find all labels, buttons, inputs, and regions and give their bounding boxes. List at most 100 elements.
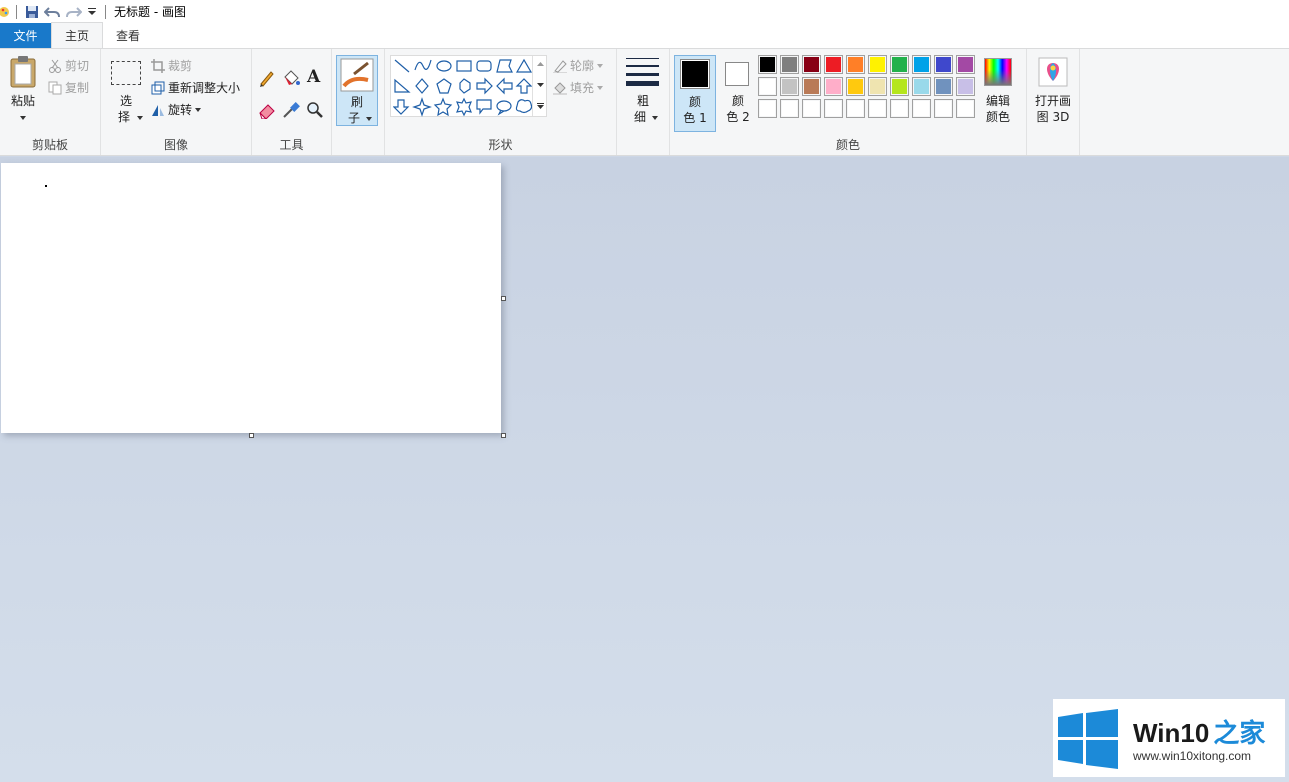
tab-view[interactable]: 查看: [103, 23, 153, 48]
resize-icon: [151, 81, 165, 94]
resize-handle-right[interactable]: [501, 296, 506, 301]
shape-icons: [393, 58, 533, 117]
redo-icon[interactable]: [63, 0, 85, 23]
shapes-scrollbar[interactable]: [532, 56, 546, 116]
dropdown-arrow-icon: [366, 117, 372, 121]
rotate-button[interactable]: 旋转: [151, 101, 202, 118]
tab-file[interactable]: 文件: [0, 23, 51, 48]
color-swatch[interactable]: [934, 77, 953, 96]
color-swatch[interactable]: [846, 77, 865, 96]
outline-icon: [553, 59, 567, 73]
dropdown-arrow-icon: [195, 107, 202, 112]
group-label-tools: 工具: [279, 138, 304, 152]
color-swatch[interactable]: [934, 55, 953, 74]
magnifier-icon[interactable]: [306, 101, 324, 119]
color2-button[interactable]: 颜 色 2: [718, 55, 758, 132]
eraser-icon[interactable]: [258, 101, 276, 119]
color-swatch[interactable]: [956, 99, 975, 118]
tab-home[interactable]: 主页: [51, 22, 104, 48]
fill-bucket-icon[interactable]: [282, 69, 300, 87]
color-swatch[interactable]: [758, 55, 777, 74]
color2-label-1: 颜: [731, 94, 744, 108]
canvas-dot: [45, 185, 47, 187]
brushes-button[interactable]: 刷 子: [336, 55, 378, 126]
edit-colors-button[interactable]: 编辑 颜色: [980, 55, 1016, 127]
group-colors: 颜 色 1 颜 色 2 编辑 颜色 颜色: [670, 49, 1027, 155]
watermark: Win10 之家 www.win10xitong.com: [1053, 699, 1285, 777]
color-swatch[interactable]: [912, 99, 931, 118]
outline-button[interactable]: 轮廓: [553, 57, 604, 74]
scroll-up-icon[interactable]: [537, 62, 544, 67]
color-swatch[interactable]: [846, 55, 865, 74]
color2-swatch: [725, 62, 749, 86]
group-size: 粗 细: [617, 49, 670, 155]
group-clipboard: 粘贴 剪切 复制 剪贴板: [0, 49, 101, 155]
color-swatch[interactable]: [802, 77, 821, 96]
gallery-expand-icon[interactable]: [537, 103, 544, 110]
clipboard-icon: [10, 56, 36, 88]
paste-button[interactable]: 粘贴: [6, 55, 40, 125]
text-tool-icon[interactable]: A: [307, 67, 320, 87]
scroll-down-icon[interactable]: [537, 83, 544, 88]
color-swatch[interactable]: [868, 99, 887, 118]
resize-handle-corner[interactable]: [501, 433, 506, 438]
color-swatch[interactable]: [934, 99, 953, 118]
cut-button[interactable]: 剪切: [48, 57, 89, 74]
color-picker-icon[interactable]: [282, 101, 300, 119]
color-swatch[interactable]: [868, 55, 887, 74]
color-swatch[interactable]: [780, 55, 799, 74]
color-swatch[interactable]: [802, 99, 821, 118]
select-label-1: 选: [119, 94, 132, 108]
color-swatch[interactable]: [802, 55, 821, 74]
color1-button[interactable]: 颜 色 1: [674, 55, 716, 132]
color-swatch[interactable]: [780, 77, 799, 96]
color1-fill: [682, 61, 708, 87]
shapes-gallery[interactable]: [390, 55, 547, 117]
drawing-canvas[interactable]: [1, 163, 501, 433]
color-swatch[interactable]: [890, 55, 909, 74]
watermark-brand-suffix: 之家: [1213, 718, 1266, 748]
resize-button[interactable]: 重新调整大小: [151, 79, 240, 96]
open-paint3d-button[interactable]: 打开画 图 3D: [1029, 55, 1077, 127]
color-palette: [758, 55, 980, 121]
brushes-label-1: 刷: [350, 95, 363, 109]
group-label-colors: 颜色: [835, 138, 860, 152]
color-swatch[interactable]: [890, 77, 909, 96]
color1-swatch: [680, 59, 710, 89]
color-swatch[interactable]: [758, 77, 777, 96]
color-swatch[interactable]: [956, 55, 975, 74]
copy-icon: [48, 81, 62, 94]
paint-app-icon[interactable]: [0, 0, 10, 23]
open-paint3d-label-2: 图 3D: [1036, 110, 1070, 124]
color-swatch[interactable]: [758, 99, 777, 118]
color-swatch[interactable]: [912, 77, 931, 96]
crop-button[interactable]: 裁剪: [151, 57, 192, 74]
color-swatch[interactable]: [824, 55, 843, 74]
group-tools: A 工具: [252, 49, 332, 155]
save-icon[interactable]: [23, 0, 41, 23]
size-button[interactable]: 粗 细: [623, 55, 663, 127]
color-swatch[interactable]: [824, 99, 843, 118]
color1-label-2: 色 1: [683, 111, 707, 125]
windows-logo-icon: [1058, 709, 1118, 769]
customize-toolbar-icon[interactable]: [85, 0, 99, 23]
ribbon: 粘贴 剪切 复制 剪贴板 选 择 裁剪 重新调整大小 旋转 图像 A 工具 刷 …: [0, 48, 1289, 156]
color-swatch[interactable]: [846, 99, 865, 118]
color-swatch[interactable]: [824, 77, 843, 96]
color-swatch[interactable]: [912, 55, 931, 74]
color-swatch[interactable]: [890, 99, 909, 118]
toolbar-divider: [16, 4, 17, 19]
pencil-icon[interactable]: [258, 69, 276, 87]
color-swatch[interactable]: [868, 77, 887, 96]
color-swatch[interactable]: [780, 99, 799, 118]
resize-handle-bottom[interactable]: [249, 433, 254, 438]
toolbar-divider: [105, 4, 106, 19]
rotate-icon: [152, 104, 164, 116]
copy-button[interactable]: 复制: [48, 79, 89, 96]
select-button[interactable]: 选 择: [109, 59, 143, 127]
dropdown-arrow-icon: [20, 116, 26, 120]
fill-button[interactable]: 填充: [553, 79, 604, 96]
color-swatch[interactable]: [956, 77, 975, 96]
watermark-brand-text: Win10: [1133, 718, 1210, 748]
undo-icon[interactable]: [41, 0, 63, 23]
